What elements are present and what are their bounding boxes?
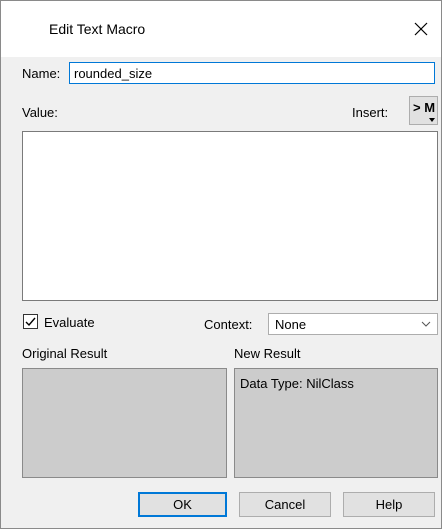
dialog-title: Edit Text Macro [49,21,146,37]
cancel-button[interactable]: Cancel [239,492,331,517]
close-icon [414,22,428,36]
help-button[interactable]: Help [343,492,435,517]
new-result-box: Data Type: NilClass [234,368,438,478]
original-result-label: Original Result [22,346,108,361]
name-label: Name: [22,66,61,81]
context-select[interactable]: None [268,313,438,335]
checkmark-icon [25,317,36,327]
evaluate-checkbox[interactable] [23,314,38,329]
value-textarea[interactable] [22,131,438,301]
new-result-text: Data Type: NilClass [240,376,354,391]
insert-button-label: > M [413,100,436,115]
close-button[interactable] [401,9,441,49]
context-label: Context: [204,317,253,332]
new-result-label: New Result [234,346,301,361]
name-input[interactable] [69,62,435,84]
value-label: Value: [22,105,58,120]
insert-macro-button[interactable]: > M [409,96,438,125]
chevron-down-icon [421,321,431,327]
original-result-box [22,368,227,478]
ok-button[interactable]: OK [138,492,227,517]
evaluate-label: Evaluate [44,315,95,330]
title-bar: Edit Text Macro [1,1,441,57]
insert-label: Insert: [352,105,389,120]
edit-text-macro-dialog: Edit Text Macro Name: Value: Insert: > M… [0,0,442,529]
context-selected-value: None [275,317,307,332]
dropdown-arrow-icon [429,118,435,122]
